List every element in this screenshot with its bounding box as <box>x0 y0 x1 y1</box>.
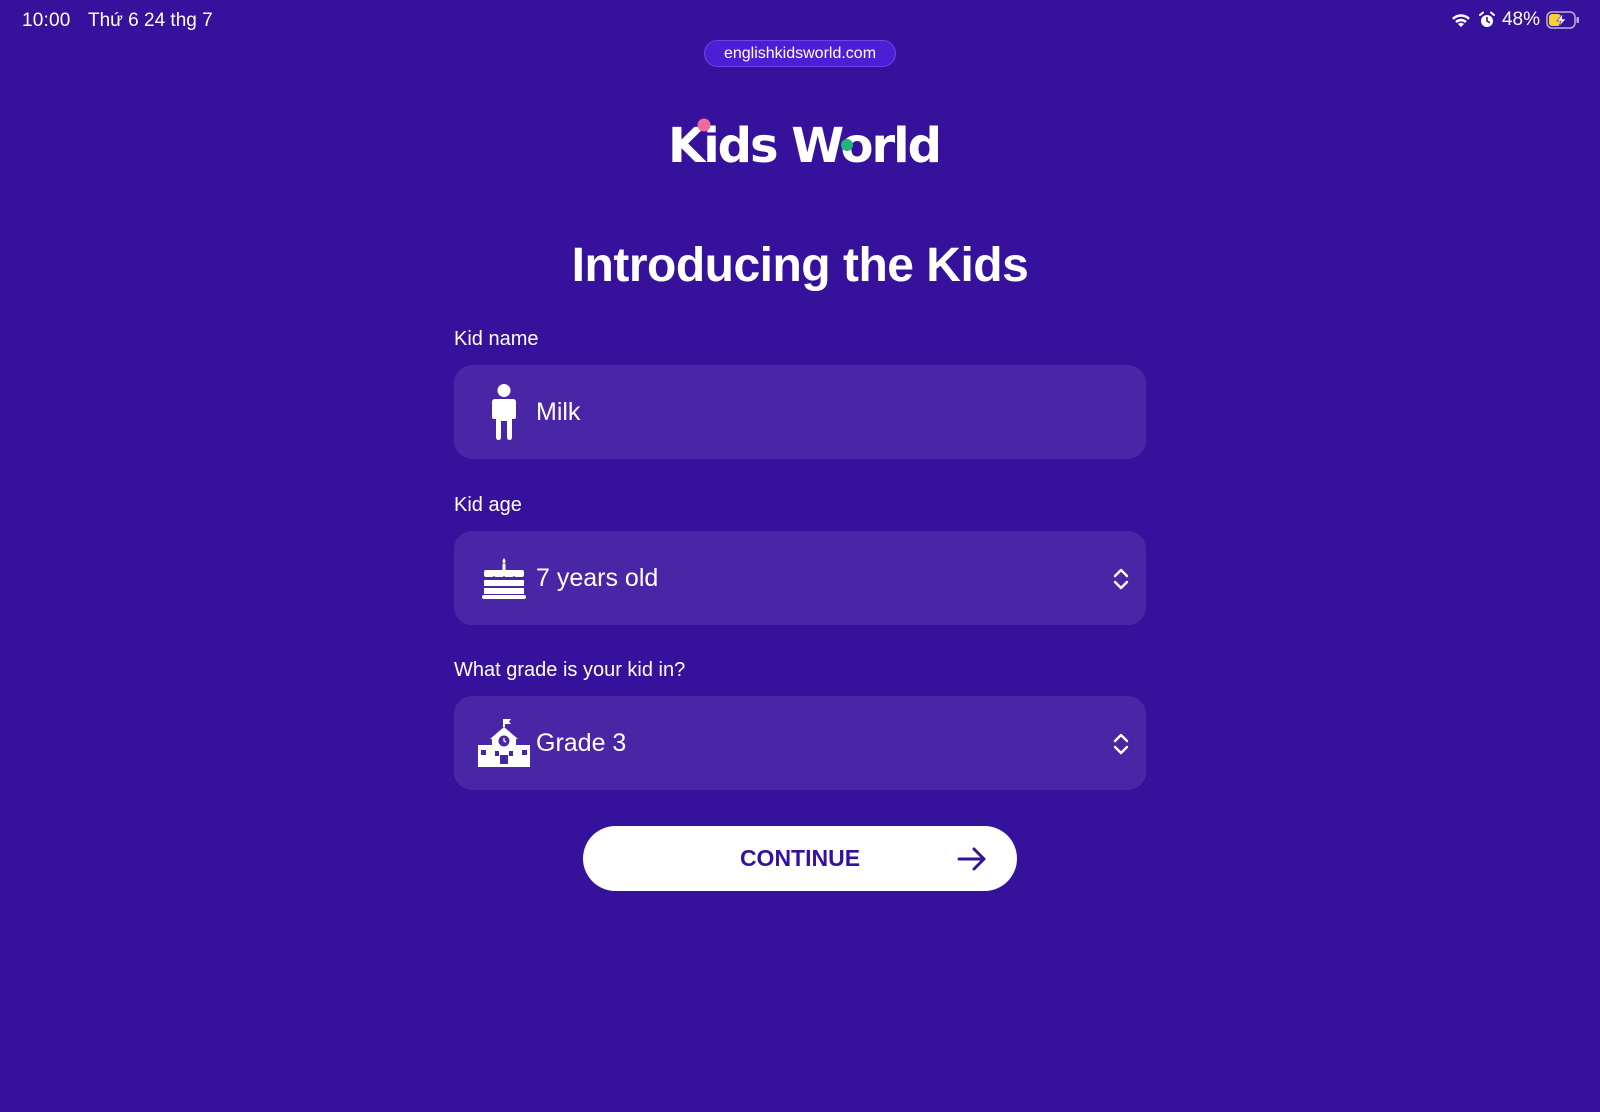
arrow-right-icon <box>957 846 987 872</box>
continue-label: CONTINUE <box>739 845 861 871</box>
battery-charging-icon <box>1546 11 1580 29</box>
url-bar[interactable]: englishkidsworld.com <box>704 40 896 67</box>
status-date: Thứ 6 24 thg 7 <box>88 10 213 31</box>
chevron-up-down-icon <box>1112 566 1130 592</box>
kid-grade-value: Grade 3 <box>536 729 627 757</box>
kid-name-field[interactable] <box>454 365 1146 459</box>
battery-percent: 48% <box>1501 9 1540 30</box>
kid-age-select[interactable]: 7 years old <box>454 531 1146 625</box>
page-title: Introducing the Kids <box>571 239 1029 292</box>
kid-name-label: Kid name <box>454 328 539 350</box>
kid-grade-select[interactable]: Grade 3 <box>454 696 1146 790</box>
school-icon <box>474 713 534 773</box>
wifi-icon <box>1450 11 1472 29</box>
status-time: 10:00 <box>22 10 71 31</box>
kids-world-logo-mark: Kids World <box>668 118 942 174</box>
kid-age-label: Kid age <box>454 494 522 516</box>
child-icon <box>474 382 534 442</box>
kid-grade-label: What grade is your kid in? <box>454 659 686 681</box>
kids-world-logo: Kids World <box>660 112 942 174</box>
status-indicators: 48% <box>1450 9 1580 31</box>
chevron-up-down-icon <box>1112 731 1130 757</box>
continue-button[interactable]: CONTINUE <box>583 826 1017 891</box>
kid-name-input[interactable] <box>536 365 1076 459</box>
alarm-icon <box>1478 11 1496 29</box>
kid-age-value: 7 years old <box>536 564 659 592</box>
cake-icon <box>474 548 534 608</box>
status-bar: 10:00 Thứ 6 24 thg 7 48% <box>0 0 1600 44</box>
